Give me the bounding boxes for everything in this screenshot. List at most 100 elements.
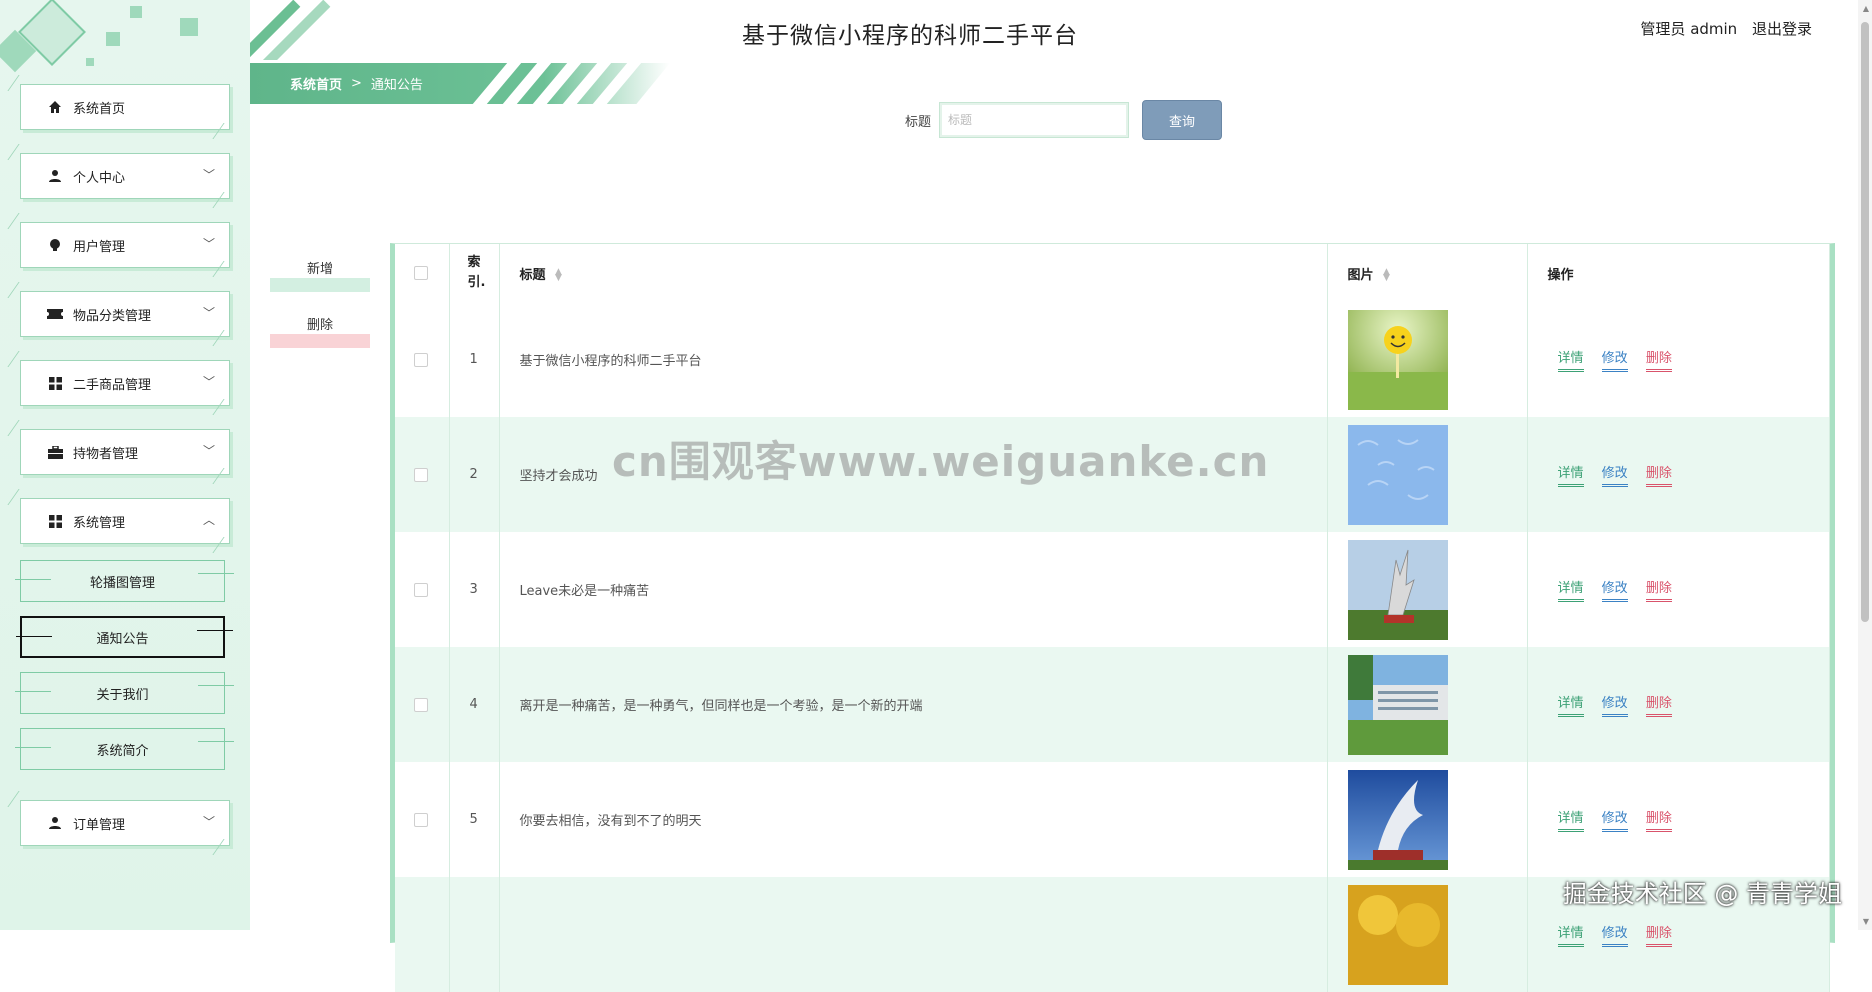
detail-link[interactable]: 详情 <box>1557 462 1584 487</box>
sidebar-subitem-about[interactable]: 关于我们 <box>15 672 234 714</box>
user-role-label: 管理员 admin <box>1640 20 1738 38</box>
scroll-up-icon[interactable]: ▲ <box>1863 4 1869 13</box>
detail-link[interactable]: 详情 <box>1557 922 1584 947</box>
header-index: 索引. <box>449 244 500 302</box>
table-row: 详情 修改 删除 <box>395 877 1830 992</box>
decor-square <box>130 6 142 18</box>
delete-button[interactable]: 删除 <box>270 308 370 348</box>
row-ops: 详情 修改 删除 <box>1527 417 1830 532</box>
delete-link[interactable]: 删除 <box>1645 347 1672 372</box>
arrow-icon <box>15 747 51 748</box>
row-select[interactable] <box>395 302 450 417</box>
edit-link[interactable]: 修改 <box>1601 462 1628 487</box>
row-select[interactable] <box>395 532 450 647</box>
scroll-down-icon[interactable]: ▼ <box>1863 917 1869 926</box>
sort-icon[interactable]: ▲ ▼ <box>555 268 562 283</box>
breadcrumb-home[interactable]: 系统首页 <box>290 74 342 93</box>
decor-square <box>180 18 198 36</box>
delete-button-label: 删除 <box>306 318 333 333</box>
row-ops: 详情 修改 删除 <box>1527 647 1830 762</box>
sidebar-item-home[interactable]: 系统首页 <box>20 84 230 130</box>
row-select[interactable] <box>395 417 450 532</box>
row-select[interactable] <box>395 877 450 992</box>
header-image[interactable]: 图片 ▲ ▼ <box>1327 244 1528 302</box>
delete-link[interactable]: 删除 <box>1645 692 1672 717</box>
checkbox[interactable] <box>414 812 429 827</box>
sidebar-item-label: 二手商品管理 <box>73 377 152 393</box>
row-index: 3 <box>449 532 500 647</box>
detail-link[interactable]: 详情 <box>1557 347 1584 372</box>
grid-icon <box>47 375 63 391</box>
sidebar-item-holders[interactable]: 持物者管理 ﹀ <box>20 429 230 475</box>
sidebar-item-system[interactable]: 系统管理 ︿ <box>20 498 230 544</box>
table-row: 2 坚持才会成功 详情 修改 删除 <box>395 417 1830 532</box>
sidebar-item-category[interactable]: 物品分类管理 ﹀ <box>20 291 230 337</box>
header-title[interactable]: 标题 ▲ ▼ <box>499 244 1328 302</box>
user-icon <box>47 168 63 184</box>
search-input[interactable] <box>939 102 1129 138</box>
checkbox[interactable] <box>414 352 429 367</box>
home-icon <box>47 99 63 115</box>
page-scrollbar[interactable]: ▲ ▼ <box>1858 0 1872 930</box>
add-button-label: 新增 <box>306 262 333 277</box>
edit-link[interactable]: 修改 <box>1601 347 1628 372</box>
row-title: 你要去相信，没有到不了的明天 <box>499 762 1328 877</box>
header-ops: 操作 <box>1527 244 1830 302</box>
sidebar: 系统首页 个人中心 ﹀ 用户管理 ﹀ 物品分类管理 ﹀ 二手商品管理 ﹀ 持物者… <box>0 0 250 930</box>
edit-link[interactable]: 修改 <box>1601 692 1628 717</box>
checkbox[interactable] <box>414 467 429 482</box>
search-label: 标题 <box>905 115 932 130</box>
sidebar-item-profile[interactable]: 个人中心 ﹀ <box>20 153 230 199</box>
header-select-all[interactable] <box>395 244 450 302</box>
row-select[interactable] <box>395 647 450 762</box>
row-ops: 详情 修改 删除 <box>1527 877 1830 992</box>
sidebar-item-orders[interactable]: 订单管理 ﹀ <box>20 800 230 846</box>
search-button[interactable]: 查询 <box>1142 100 1222 140</box>
sidebar-item-label: 系统管理 <box>73 515 126 531</box>
checkbox[interactable] <box>414 697 429 712</box>
delete-link[interactable]: 删除 <box>1645 577 1672 602</box>
row-image-cell <box>1327 532 1528 647</box>
sidebar-subitem-notice[interactable]: 通知公告 <box>16 616 233 658</box>
edit-link[interactable]: 修改 <box>1601 807 1628 832</box>
user-icon <box>47 815 63 831</box>
row-title: 离开是一种痛苦，是一种勇气，但同样也是一个考验，是一个新的开端 <box>499 647 1328 762</box>
edit-link[interactable]: 修改 <box>1601 577 1628 602</box>
scrollbar-thumb[interactable] <box>1861 22 1869 622</box>
row-select[interactable] <box>395 762 450 877</box>
sort-icon[interactable]: ▲ ▼ <box>1383 268 1390 283</box>
detail-link[interactable]: 详情 <box>1557 577 1584 602</box>
add-button[interactable]: 新增 <box>270 252 370 292</box>
sidebar-subitem-label: 通知公告 <box>96 631 149 647</box>
sidebar-item-users[interactable]: 用户管理 ﹀ <box>20 222 230 268</box>
row-image-cell <box>1327 302 1528 417</box>
delete-link[interactable]: 删除 <box>1645 462 1672 487</box>
edit-link[interactable]: 修改 <box>1601 922 1628 947</box>
row-image <box>1347 309 1448 410</box>
checkbox[interactable] <box>414 582 429 597</box>
sidebar-subitem-carousel[interactable]: 轮播图管理 <box>15 560 234 602</box>
row-image <box>1347 539 1448 640</box>
table-row: 1 基于微信小程序的科师二手平台 详情 修改 删除 <box>395 302 1830 417</box>
arrow-icon <box>198 685 234 686</box>
detail-link[interactable]: 详情 <box>1557 692 1584 717</box>
row-ops: 详情 修改 删除 <box>1527 302 1830 417</box>
table-row: 3 Leave未必是一种痛苦 详情 修改 删除 <box>395 532 1830 647</box>
sidebar-item-label: 系统首页 <box>73 101 126 117</box>
row-image <box>1347 769 1448 870</box>
delete-link[interactable]: 删除 <box>1645 922 1672 947</box>
logout-link[interactable]: 退出登录 <box>1752 20 1812 38</box>
sidebar-item-goods[interactable]: 二手商品管理 ﹀ <box>20 360 230 406</box>
arrow-icon <box>16 636 52 637</box>
row-image-cell <box>1327 762 1528 877</box>
detail-link[interactable]: 详情 <box>1557 807 1584 832</box>
delete-link[interactable]: 删除 <box>1645 807 1672 832</box>
arrow-icon <box>198 573 234 574</box>
checkbox[interactable] <box>414 266 429 280</box>
row-index: 4 <box>449 647 500 762</box>
row-title: Leave未必是一种痛苦 <box>499 532 1328 647</box>
chevron-up-icon: ︿ <box>202 513 215 527</box>
table-row: 5 你要去相信，没有到不了的明天 详情 修改 删除 <box>395 762 1830 877</box>
arrow-icon <box>198 741 234 742</box>
sidebar-subitem-intro[interactable]: 系统简介 <box>15 728 234 770</box>
